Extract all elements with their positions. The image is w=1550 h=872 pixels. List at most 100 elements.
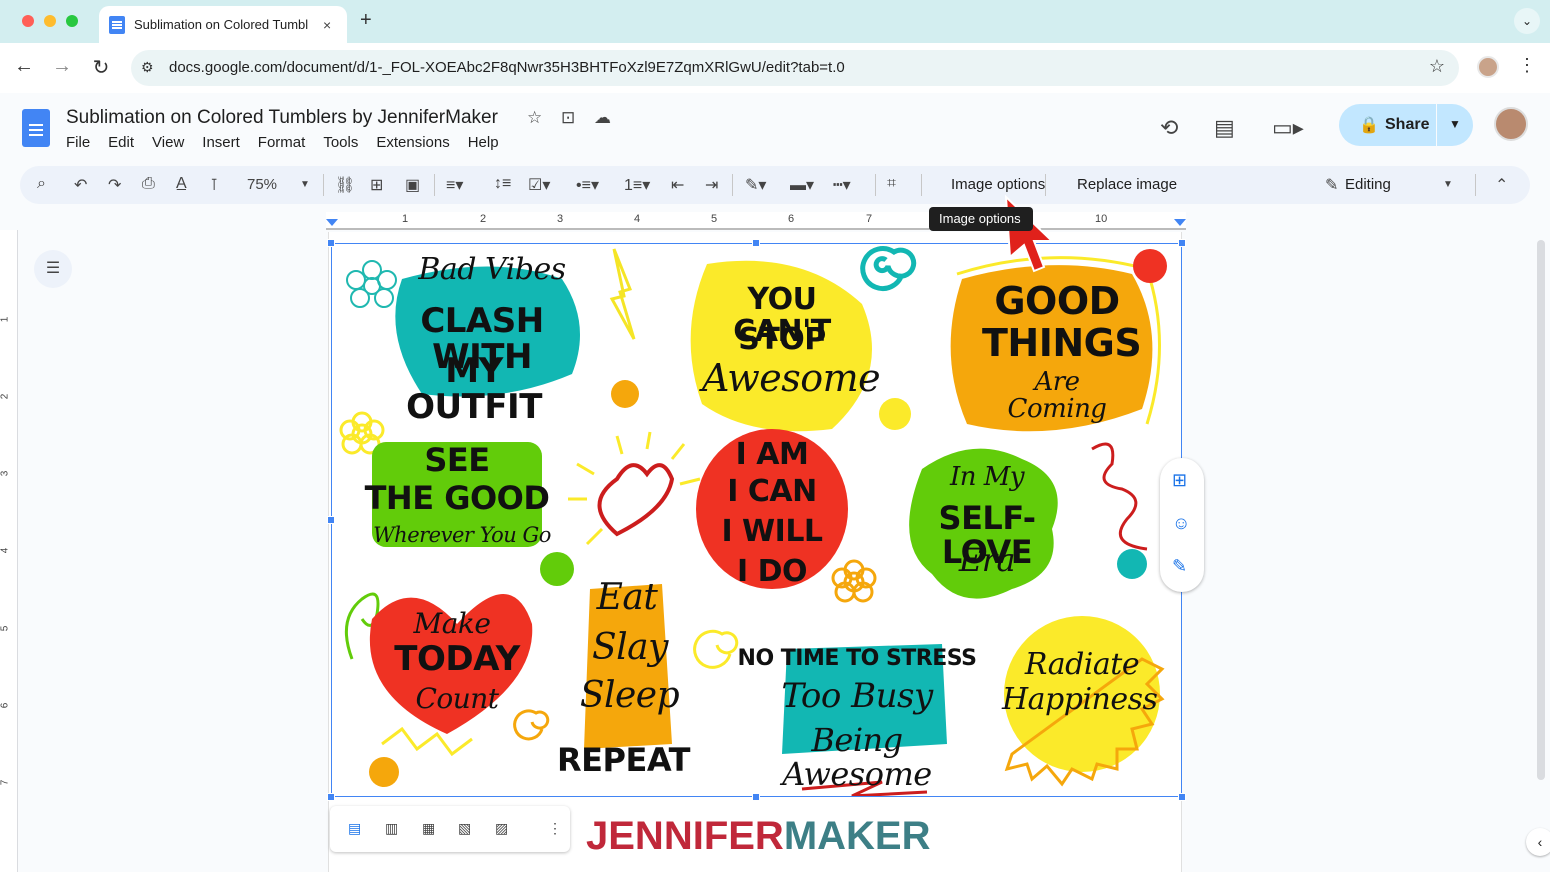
share-dropdown-icon[interactable]: ▼ (1449, 117, 1461, 131)
editing-dropdown-icon[interactable]: ▼ (1443, 179, 1453, 190)
crop-icon[interactable]: ⌗ (887, 175, 896, 193)
tab-close-icon[interactable]: × (323, 17, 331, 33)
break-text-icon[interactable]: ▦ (422, 820, 435, 837)
resize-handle[interactable] (327, 516, 335, 524)
meet-video-icon[interactable]: ▭▸ (1272, 115, 1304, 141)
close-window-button[interactable] (22, 15, 34, 27)
resize-handle[interactable] (327, 793, 335, 801)
expand-side-panel-icon[interactable]: ‹ (1526, 828, 1550, 856)
add-comment-icon[interactable]: ⊞ (370, 175, 383, 195)
more-options-icon[interactable]: ⋮ (548, 820, 562, 837)
undo-icon[interactable]: ↶ (74, 175, 87, 195)
resize-handle[interactable] (752, 239, 760, 247)
resize-handle[interactable] (1178, 793, 1186, 801)
line-spacing-icon[interactable]: ↕≡ (494, 175, 511, 193)
sticker-good-things-line1: GOOD (994, 279, 1120, 323)
align-icon[interactable]: ≡▾ (446, 175, 463, 195)
docs-header: Sublimation on Colored Tumblers by Jenni… (0, 93, 1550, 163)
resize-handle[interactable] (1178, 239, 1186, 247)
version-history-icon[interactable]: ⟲ (1160, 115, 1178, 141)
insert-image-icon[interactable]: ▣ (405, 175, 420, 195)
toolbar-divider (732, 174, 733, 196)
sticker-self-love-line3: Era (958, 541, 1016, 579)
minimize-window-button[interactable] (44, 15, 56, 27)
tab-title: Sublimation on Colored Tumbl (134, 17, 309, 32)
menu-view[interactable]: View (152, 134, 184, 151)
menu-insert[interactable]: Insert (202, 134, 240, 151)
border-weight-icon[interactable]: ▬▾ (790, 175, 814, 195)
vertical-scrollbar[interactable] (1537, 240, 1545, 780)
address-bar[interactable]: ⚙ docs.google.com/document/d/1-_FOL-XOEA… (131, 50, 1459, 86)
resize-handle[interactable] (327, 239, 335, 247)
behind-text-icon[interactable]: ▧ (458, 820, 471, 837)
menu-edit[interactable]: Edit (108, 134, 134, 151)
document-outline-button[interactable]: ☰ (34, 250, 72, 288)
ruler-num: 3 (0, 470, 11, 477)
site-settings-icon[interactable]: ⚙ (141, 59, 154, 76)
menu-format[interactable]: Format (258, 134, 306, 151)
print-icon[interactable]: ⎙ (142, 175, 155, 193)
wrap-text-icon[interactable]: ▥ (385, 820, 398, 837)
redo-icon[interactable]: ↷ (108, 175, 121, 195)
new-tab-button[interactable]: + (360, 9, 372, 32)
selected-image[interactable]: Bad Vibes CLASH WITH MY OUTFIT YOU CAN'T… (331, 243, 1182, 797)
browser-nav-bar: ← → ↻ ⚙ docs.google.com/document/d/1-_FO… (0, 43, 1550, 93)
tab-search-button[interactable]: ⌄ (1514, 8, 1540, 34)
menu-bar: File Edit View Insert Format Tools Exten… (66, 134, 517, 151)
suggest-edits-icon[interactable]: ✎ (1172, 556, 1187, 577)
bookmark-star-icon[interactable]: ☆ (1429, 56, 1445, 77)
bulleted-list-icon[interactable]: •≡▾ (576, 175, 599, 195)
checklist-icon[interactable]: ☑▾ (528, 175, 550, 195)
add-comment-icon[interactable]: ⊞ (1172, 470, 1187, 491)
sticker-eat-slay-line3: Sleep (579, 675, 680, 716)
url-text[interactable]: docs.google.com/document/d/1-_FOL-XOEAbc… (169, 59, 845, 76)
spellcheck-icon[interactable]: A̲ (176, 175, 187, 193)
editing-mode-select[interactable]: Editing (1345, 176, 1391, 193)
browser-tab[interactable]: Sublimation on Colored Tumbl × (99, 6, 347, 43)
maximize-window-button[interactable] (66, 15, 78, 27)
sticker-radiate-line2: Happiness (1002, 682, 1158, 717)
zoom-select[interactable]: 75% (247, 176, 277, 193)
menu-file[interactable]: File (66, 134, 90, 151)
menu-tools[interactable]: Tools (323, 134, 358, 151)
ruler-num: 5 (711, 213, 718, 225)
star-icon[interactable]: ☆ (527, 108, 542, 128)
account-avatar[interactable] (1494, 107, 1528, 141)
resize-handle[interactable] (752, 793, 760, 801)
ruler-num: 6 (0, 702, 11, 709)
docs-logo-icon[interactable] (22, 109, 50, 147)
sticker-make-today-line3: Count (415, 682, 499, 715)
browser-menu-icon[interactable]: ⋮ (1518, 55, 1536, 76)
back-button[interactable]: ← (11, 55, 37, 78)
zoom-dropdown-icon[interactable]: ▼ (300, 179, 310, 190)
move-folder-icon[interactable]: ⊡ (561, 108, 575, 128)
menu-help[interactable]: Help (468, 134, 499, 151)
sticker-see-good-line1: SEE (424, 441, 490, 479)
add-emoji-reaction-icon[interactable]: ☺ (1172, 513, 1190, 534)
border-dash-icon[interactable]: ┅▾ (833, 175, 851, 195)
numbered-list-icon[interactable]: 1≡▾ (624, 175, 650, 195)
sticker-no-time-line1: NO TIME TO STRESS (737, 646, 977, 671)
in-front-of-text-icon[interactable]: ▨ (495, 820, 508, 837)
cloud-saved-icon[interactable]: ☁ (594, 108, 611, 128)
profile-avatar[interactable] (1477, 56, 1499, 78)
paint-format-icon[interactable]: ⊺ (210, 175, 218, 195)
sticker-i-am-line4: I DO (736, 554, 808, 589)
insert-link-icon[interactable]: ⛓ (335, 175, 355, 195)
sticker-self-love-line1: In My (949, 462, 1025, 492)
decrease-indent-icon[interactable]: ⇤ (671, 175, 684, 195)
replace-image-button[interactable]: Replace image (1077, 176, 1177, 193)
menu-extensions[interactable]: Extensions (376, 134, 449, 151)
document-title[interactable]: Sublimation on Colored Tumblers by Jenni… (66, 107, 498, 129)
increase-indent-icon[interactable]: ⇥ (705, 175, 718, 195)
inline-wrap-icon[interactable]: ▤ (348, 820, 361, 837)
hide-menus-chevron-icon[interactable]: ⌃ (1495, 175, 1508, 195)
vertical-ruler[interactable]: 1 2 3 4 5 6 7 (0, 230, 18, 872)
search-menus-icon[interactable]: ⌕ (37, 175, 46, 193)
border-color-icon[interactable]: ✎▾ (745, 175, 766, 195)
image-options-button[interactable]: Image options (951, 176, 1045, 193)
share-button[interactable]: 🔒 Share ▼ (1339, 104, 1473, 146)
reload-button[interactable]: ↻ (88, 55, 114, 80)
comments-icon[interactable]: ▤ (1214, 115, 1235, 141)
forward-button[interactable]: → (49, 55, 75, 78)
